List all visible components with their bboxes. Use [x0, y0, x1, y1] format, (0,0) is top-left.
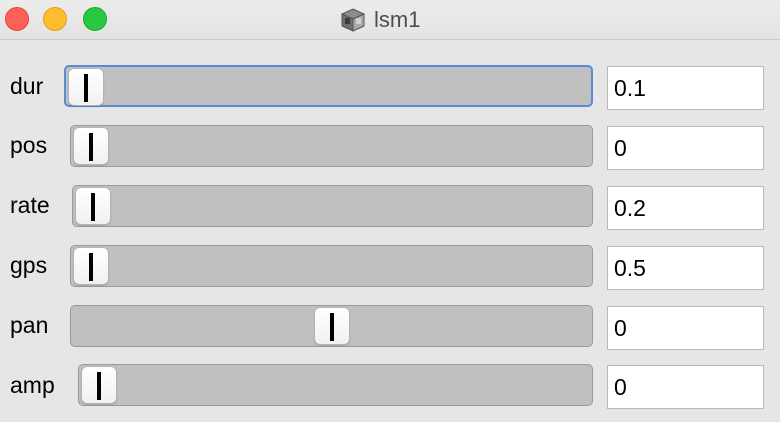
param-label: gps: [10, 252, 48, 278]
param-slider[interactable]: [72, 185, 593, 227]
param-value-field[interactable]: [607, 186, 764, 230]
param-slider[interactable]: [70, 245, 593, 287]
param-slider[interactable]: [78, 364, 593, 406]
param-label: dur: [10, 73, 44, 99]
param-row-pan: pan: [0, 305, 780, 355]
cube-app-icon: [340, 8, 366, 32]
param-value-field[interactable]: [607, 365, 764, 409]
param-slider[interactable]: [64, 65, 593, 107]
param-row-amp: amp: [0, 364, 780, 414]
slider-thumb[interactable]: [68, 68, 104, 106]
param-value-field[interactable]: [607, 246, 764, 290]
title-bar[interactable]: lsm1: [0, 0, 780, 40]
window-title-group: lsm1: [340, 6, 420, 34]
param-row-rate: rate: [0, 185, 780, 235]
window-title: lsm1: [374, 7, 421, 32]
slider-thumb[interactable]: [73, 247, 109, 285]
close-window-button[interactable]: [5, 7, 29, 31]
app-window: lsm1 dur pos rate gps pan: [0, 0, 780, 422]
param-value-field[interactable]: [607, 126, 764, 170]
param-label: pan: [10, 312, 49, 338]
slider-thumb[interactable]: [75, 187, 111, 225]
param-slider[interactable]: [70, 125, 593, 167]
slider-thumb[interactable]: [313, 307, 350, 345]
param-row-gps: gps: [0, 245, 780, 295]
param-label: pos: [10, 132, 48, 158]
param-slider[interactable]: [70, 305, 593, 347]
param-value-field[interactable]: [607, 306, 764, 350]
param-value-field[interactable]: [607, 66, 764, 110]
zoom-window-button[interactable]: [83, 7, 107, 31]
param-label: rate: [10, 192, 50, 218]
minimize-window-button[interactable]: [43, 7, 67, 31]
param-label: amp: [10, 372, 55, 398]
param-row-dur: dur: [0, 65, 780, 115]
slider-thumb[interactable]: [73, 127, 109, 165]
slider-thumb[interactable]: [81, 366, 117, 404]
param-row-pos: pos: [0, 125, 780, 175]
